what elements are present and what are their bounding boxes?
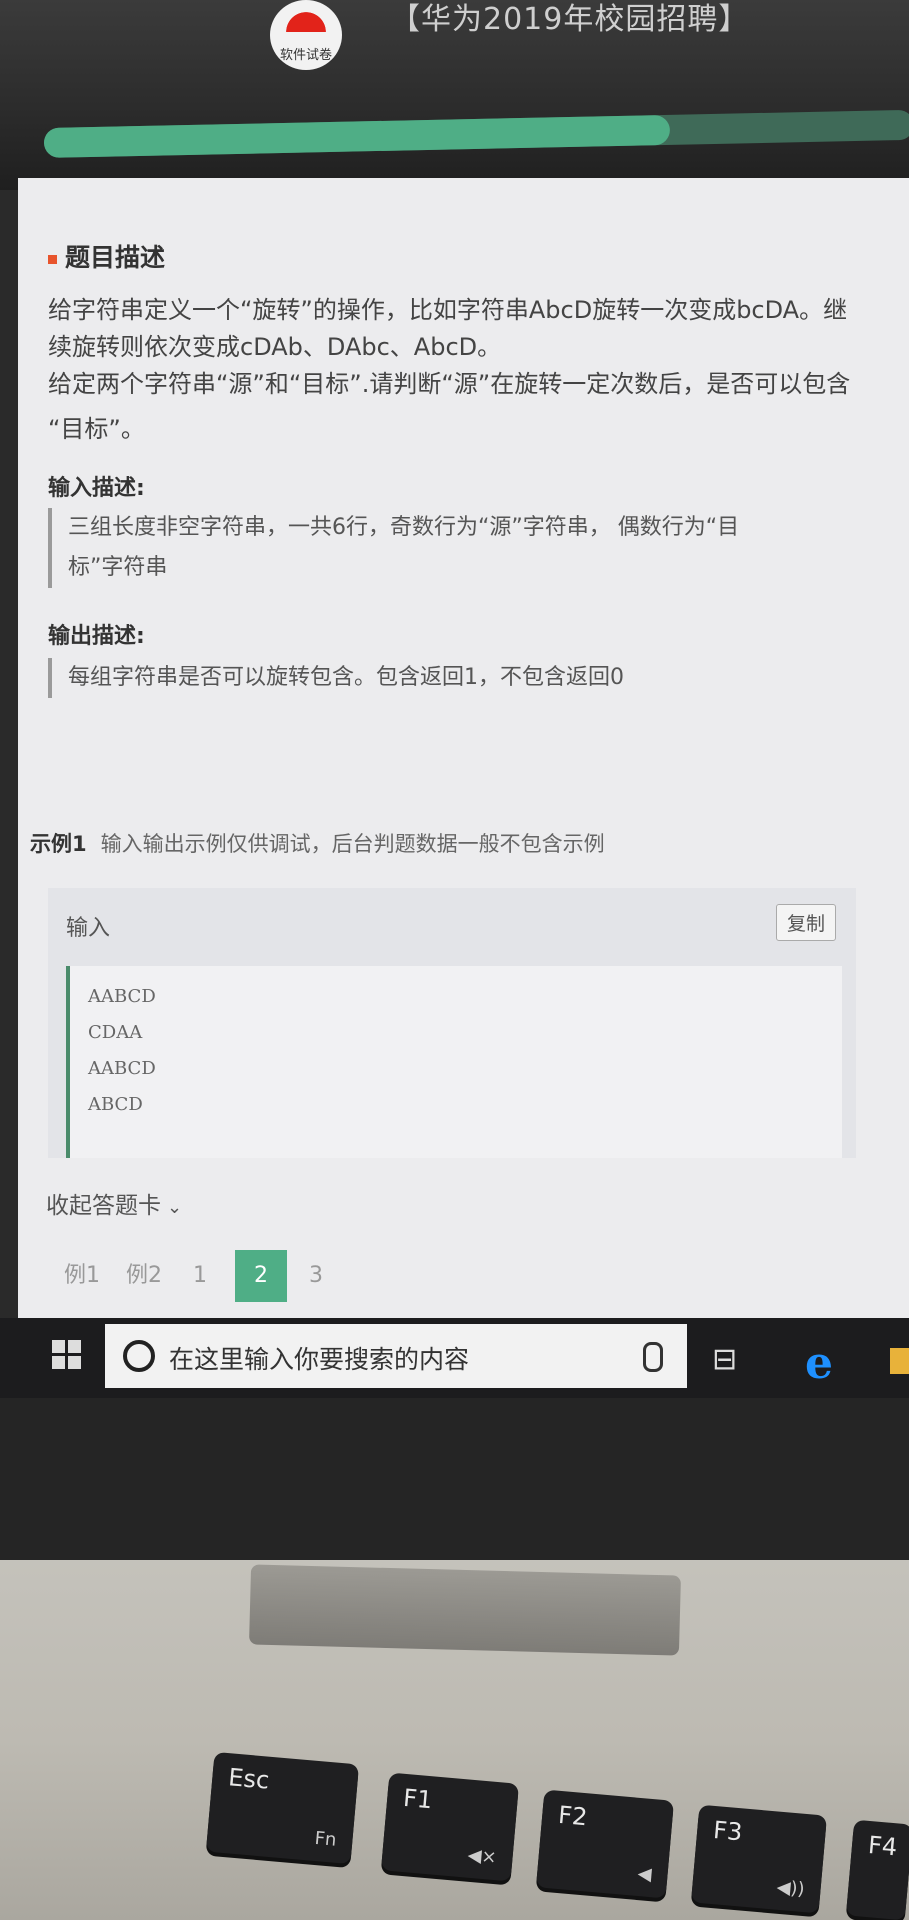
heading-mark-icon — [48, 254, 57, 264]
key-f1: F1 ◀× — [380, 1772, 520, 1882]
page-header: 软件试卷 【华为2019年校园招聘】 — [0, 0, 909, 190]
key-f4: F4 — [845, 1819, 909, 1920]
key-sublabel: Fn — [313, 1827, 338, 1851]
key-label: F4 — [866, 1830, 899, 1862]
huawei-logo-icon — [286, 6, 326, 32]
key-f3: F3 ◀)) — [690, 1804, 828, 1914]
problem-description: 给字符串定义一个“旋转”的操作，比如字符串AbcD旋转一次变成bcDA。继 续旋… — [48, 288, 878, 452]
laptop-hinge — [249, 1564, 681, 1656]
code-line: AABCD — [88, 986, 156, 1007]
problem-heading-text: 题目描述 — [65, 243, 166, 272]
example-title: 示例1 — [30, 832, 87, 856]
output-description: 每组字符串是否可以旋转包含。包含返回1，不包含返回0 — [48, 658, 888, 698]
code-line: CDAA — [88, 1022, 143, 1043]
collapse-answer-card-label: 收起答题卡 — [46, 1193, 161, 1219]
windows-start-icon[interactable] — [52, 1340, 82, 1370]
input-description-line: 标”字符串 — [68, 555, 168, 580]
key-sublabel: ◀ — [636, 1863, 653, 1886]
description-line: 给定两个字符串“源”和“目标”.请判断“源”在旋转一定次数后，是否可以包含 — [48, 370, 851, 398]
collapse-answer-card-button[interactable]: 收起答题卡 ⌄ — [46, 1186, 182, 1220]
input-description: 三组长度非空字符串，一共6行，奇数行为“源”字符串， 偶数行为“目 标”字符串 — [48, 508, 888, 588]
exam-title: 【华为2019年校园招聘】 — [390, 2, 750, 37]
huawei-logo: 软件试卷 — [270, 0, 342, 70]
file-explorer-icon[interactable] — [890, 1348, 909, 1374]
chevron-down-icon: ⌄ — [167, 1197, 183, 1218]
copy-button[interactable]: 复制 — [775, 904, 836, 941]
logo-text: 软件试卷 — [279, 48, 332, 63]
key-sublabel: ◀)) — [775, 1876, 806, 1901]
problem-heading: 题目描述 — [48, 238, 165, 274]
key-label: F2 — [557, 1800, 589, 1832]
nav-item-question-2[interactable]: 2 — [235, 1250, 287, 1302]
windows-taskbar: 在这里输入你要搜索的内容 ⊟ e — [0, 1318, 909, 1398]
input-description-heading: 输入描述: — [48, 476, 145, 501]
exam-progress-fill — [43, 114, 671, 158]
key-sublabel: ◀× — [466, 1844, 498, 1869]
nav-item-example-1[interactable]: 例1 — [60, 1250, 104, 1302]
task-view-icon[interactable]: ⊟ — [712, 1342, 737, 1377]
input-description-line: 三组长度非空字符串，一共6行，奇数行为“源”字符串， 偶数行为“目 — [68, 515, 740, 540]
taskbar-search-box[interactable]: 在这里输入你要搜索的内容 — [105, 1324, 687, 1388]
microphone-icon[interactable] — [643, 1342, 663, 1372]
example-input-code: AABCD CDAA AABCD ABCD — [66, 966, 842, 1158]
key-label: F1 — [402, 1783, 434, 1815]
example-input-label: 输入 — [66, 916, 111, 941]
description-line: “目标”。 — [48, 415, 145, 443]
key-label: F3 — [712, 1815, 744, 1847]
edge-icon[interactable]: e — [805, 1338, 833, 1389]
nav-item-question-1[interactable]: 1 — [188, 1250, 212, 1302]
code-line: AABCD — [88, 1058, 156, 1079]
example-header: 示例1 输入输出示例仅供调试，后台判题数据一般不包含示例 — [30, 828, 605, 858]
output-description-heading: 输出描述: — [48, 624, 145, 649]
taskbar-search-placeholder: 在这里输入你要搜索的内容 — [169, 1345, 470, 1374]
problem-panel: 题目描述 给字符串定义一个“旋转”的操作，比如字符串AbcD旋转一次变成bcDA… — [18, 178, 909, 1358]
nav-item-example-2[interactable]: 例2 — [122, 1250, 166, 1302]
laptop-bezel — [0, 1398, 909, 1570]
key-label: Esc — [227, 1763, 271, 1795]
cortana-circle-icon — [123, 1340, 155, 1372]
example-input-box: 输入 复制 AABCD CDAA AABCD ABCD — [48, 888, 856, 1158]
key-esc: Esc Fn — [205, 1751, 360, 1865]
nav-item-question-3[interactable]: 3 — [304, 1250, 328, 1302]
example-note: 输入输出示例仅供调试，后台判题数据一般不包含示例 — [100, 832, 605, 856]
key-f2: F2 ◀ — [535, 1789, 675, 1899]
code-line: ABCD — [88, 1094, 143, 1115]
exam-progress-bar — [43, 109, 909, 158]
